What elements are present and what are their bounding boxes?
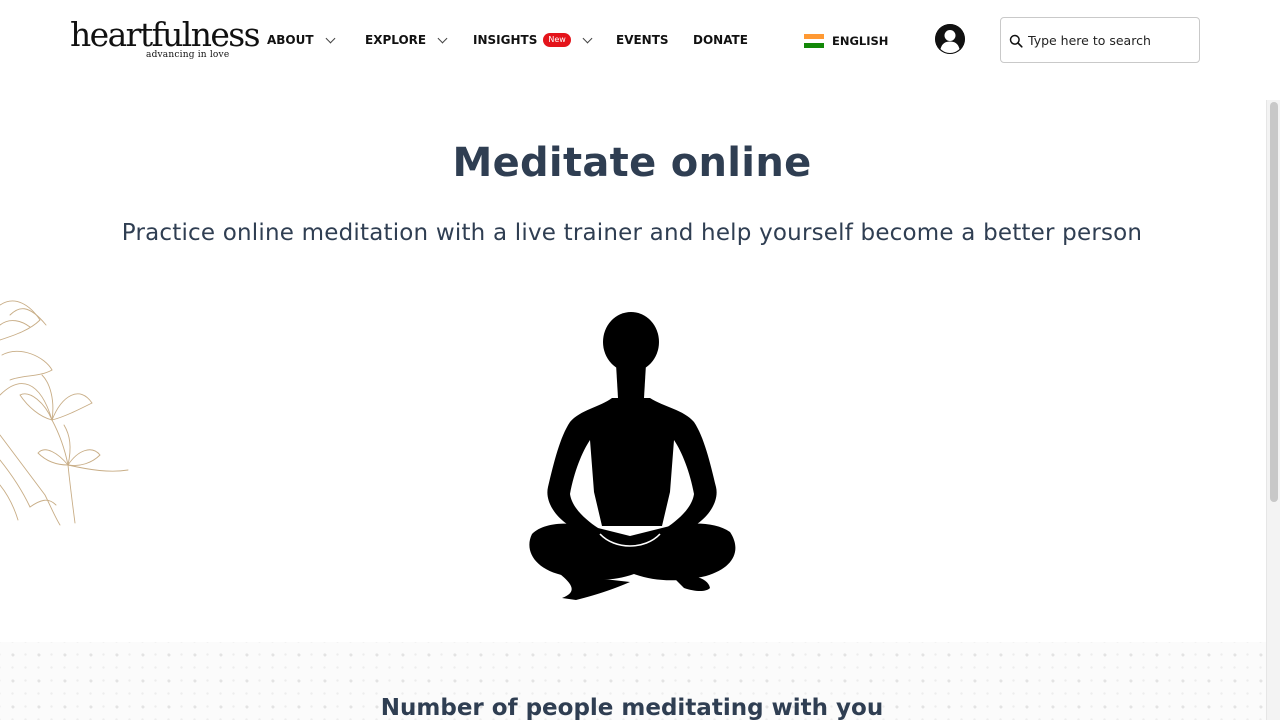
site-header: heartfulness advancing in love ABOUT EXP… bbox=[0, 0, 1280, 82]
section-title-meditators-count: Number of people meditating with you bbox=[380, 695, 884, 720]
search-input[interactable] bbox=[1028, 29, 1193, 51]
nav-events[interactable]: EVENTS bbox=[616, 31, 669, 49]
chevron-down-icon bbox=[582, 33, 593, 43]
floral-decoration bbox=[0, 300, 129, 526]
page-scrollbar[interactable] bbox=[1266, 100, 1280, 720]
nav-donate-label: DONATE bbox=[693, 33, 748, 47]
nav-events-label: EVENTS bbox=[616, 33, 669, 47]
chevron-down-icon bbox=[437, 33, 448, 43]
nav-explore-label: EXPLORE bbox=[365, 33, 427, 47]
search-box[interactable] bbox=[1000, 17, 1200, 63]
user-avatar-icon[interactable] bbox=[935, 24, 965, 54]
logo-wordmark: heartfulness bbox=[70, 15, 261, 54]
user-silhouette bbox=[935, 24, 965, 54]
language-selector[interactable]: ENGLISH bbox=[804, 33, 888, 49]
nav-about[interactable]: ABOUT bbox=[267, 31, 336, 49]
nav-about-label: ABOUT bbox=[267, 33, 314, 47]
search-icon bbox=[1009, 34, 1023, 48]
chevron-down-icon bbox=[325, 33, 336, 43]
meditating-person-illustration bbox=[529, 312, 736, 600]
logo-tagline: advancing in love bbox=[146, 50, 230, 60]
scrollbar-thumb[interactable] bbox=[1270, 102, 1278, 502]
nav-insights-label: INSIGHTS bbox=[473, 33, 538, 47]
nav-insights[interactable]: INSIGHTS New bbox=[473, 31, 593, 49]
new-badge: New bbox=[543, 33, 571, 47]
heartfulness-logo[interactable]: heartfulness advancing in love bbox=[70, 15, 261, 66]
page-subtitle: Practice online meditation with a live t… bbox=[121, 220, 1143, 246]
nav-explore[interactable]: EXPLORE bbox=[365, 31, 448, 49]
nav-donate[interactable]: DONATE bbox=[693, 31, 748, 49]
india-flag-icon bbox=[804, 34, 824, 49]
page-title: Meditate online bbox=[452, 140, 812, 186]
language-label: ENGLISH bbox=[832, 34, 889, 48]
